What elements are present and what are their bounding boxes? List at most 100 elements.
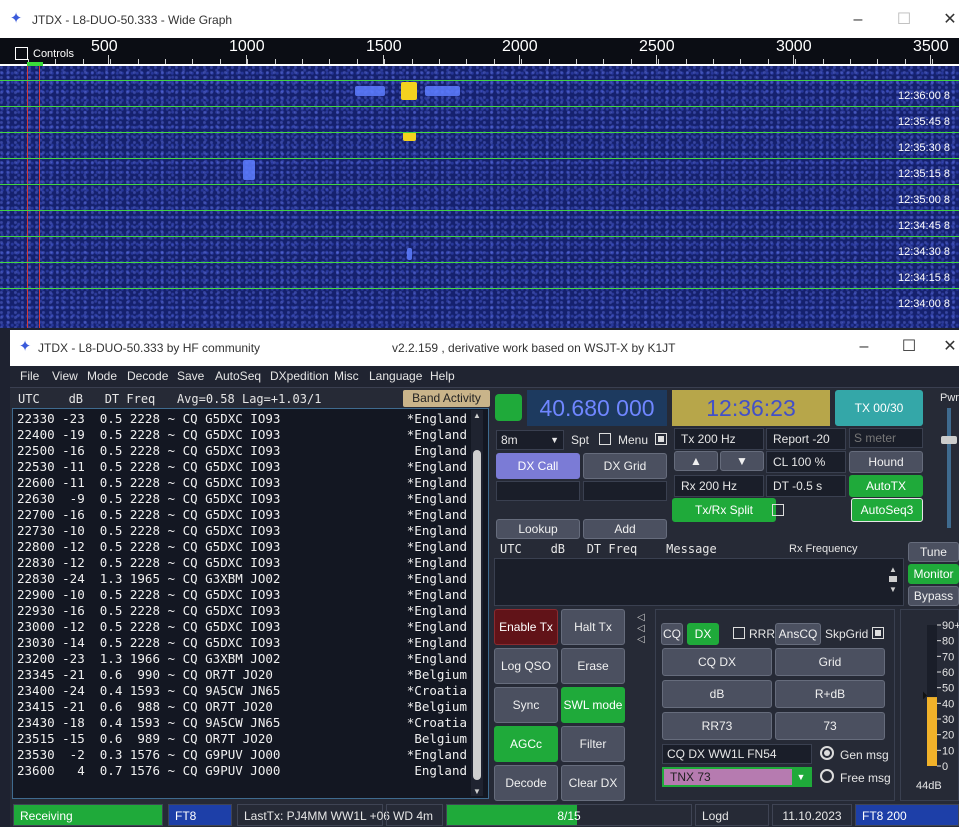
dx-grid-button[interactable]: DX Grid: [583, 453, 667, 479]
free-text-select[interactable]: TNX 73 ▼: [662, 767, 812, 787]
band-activity-row[interactable]: 23000 -12 0.5 2228 ~ CQ G5DXC IO93 *Engla…: [17, 619, 467, 635]
dx-call-input[interactable]: [496, 481, 580, 501]
skpgrid-checkbox[interactable]: [872, 627, 884, 639]
band-activity-row[interactable]: 23600 4 0.7 1576 ~ CQ G9PUV JO00 England: [17, 763, 467, 779]
scroll-down-icon[interactable]: ▼: [889, 586, 897, 594]
db-button[interactable]: dB: [662, 680, 772, 708]
dx-button[interactable]: DX: [687, 623, 719, 645]
band-activity-row[interactable]: 22830 -12 0.5 2228 ~ CQ G5DXC IO93 *Engla…: [17, 555, 467, 571]
band-activity-row[interactable]: 23415 -21 0.6 988 ~ CQ OR7T JO20 *Belgium: [17, 699, 467, 715]
dx-call-button[interactable]: DX Call: [496, 453, 580, 479]
pwr-slider-handle[interactable]: [941, 436, 957, 444]
clear-dx-button[interactable]: Clear DX: [561, 765, 625, 801]
scroll-down-icon[interactable]: ▼: [473, 788, 481, 796]
menu-decode[interactable]: Decode: [127, 369, 168, 383]
close-button[interactable]: ✕: [930, 332, 959, 362]
menu-help[interactable]: Help: [430, 369, 455, 383]
freq-down-button[interactable]: ▼: [720, 451, 764, 471]
band-activity-row[interactable]: 22800 -12 0.5 2228 ~ CQ G5DXC IO93 *Engla…: [17, 539, 467, 555]
tx-counter-button[interactable]: TX 00/30: [835, 390, 923, 426]
menu-mode[interactable]: Mode: [87, 369, 117, 383]
band-activity-row[interactable]: 22330 -23 0.5 2228 ~ CQ G5DXC IO93 *Engla…: [17, 411, 467, 427]
menu-dxpedition[interactable]: DXpedition: [270, 369, 329, 383]
tab-strip-icon[interactable]: ◁ ◁ ◁: [629, 612, 653, 648]
n73-button[interactable]: 73: [775, 712, 885, 740]
band-activity-row[interactable]: 23030 -14 0.5 2228 ~ CQ G5DXC IO93 *Engla…: [17, 635, 467, 651]
menu-checkbox[interactable]: [655, 433, 667, 445]
sync-button[interactable]: Sync: [494, 687, 558, 723]
enable-tx-button[interactable]: Enable Tx: [494, 609, 558, 645]
scrollbar-thumb[interactable]: [473, 450, 481, 780]
band-activity-button[interactable]: Band Activity: [403, 390, 490, 407]
grid-button[interactable]: Grid: [775, 648, 885, 676]
band-activity-row[interactable]: 23345 -21 0.6 990 ~ CQ OR7T JO20 *Belgium: [17, 667, 467, 683]
filter-button[interactable]: Filter: [561, 726, 625, 762]
band-activity-row[interactable]: 22530 -11 0.5 2228 ~ CQ G5DXC IO93 *Engla…: [17, 459, 467, 475]
scrollbar-thumb[interactable]: [889, 576, 897, 582]
report-spinbox[interactable]: Report -20: [766, 428, 846, 450]
r-db-button[interactable]: R+dB: [775, 680, 885, 708]
band-activity-row[interactable]: 22500 -16 0.5 2228 ~ CQ G5DXC IO93 Englan…: [17, 443, 467, 459]
band-activity-row[interactable]: 22930 -16 0.5 2228 ~ CQ G5DXC IO93 *Engla…: [17, 603, 467, 619]
rrr-checkbox[interactable]: [733, 627, 745, 639]
decode-button[interactable]: Decode: [494, 765, 558, 801]
dt-spinbox[interactable]: DT -0.5 s: [766, 475, 846, 497]
band-activity-row[interactable]: 22830 -24 1.3 1965 ~ CQ G3XBM JO02 *Engla…: [17, 571, 467, 587]
cl-spinbox[interactable]: CL 100 %: [766, 451, 846, 473]
wanted-checkbox[interactable]: [772, 504, 784, 516]
band-activity-row[interactable]: 23200 -23 1.3 1966 ~ CQ G3XBM JO02 *Engla…: [17, 651, 467, 667]
menu-view[interactable]: View: [52, 369, 78, 383]
pwr-slider-track[interactable]: [947, 408, 951, 528]
log-qso-button[interactable]: Log QSO: [494, 648, 558, 684]
band-activity-row[interactable]: 23400 -24 0.4 1593 ~ CQ 9A5CW JN65 *Croat…: [17, 683, 467, 699]
band-activity-row[interactable]: 22900 -10 0.5 2228 ~ CQ G5DXC IO93 *Engla…: [17, 587, 467, 603]
lookup-button[interactable]: Lookup: [496, 519, 580, 539]
menu-file[interactable]: File: [20, 369, 39, 383]
dx-grid-input[interactable]: [583, 481, 667, 501]
autoseq3-button[interactable]: AutoSeq3: [851, 498, 923, 522]
minimize-button[interactable]: –: [838, 5, 878, 35]
scroll-up-icon[interactable]: ▲: [473, 412, 481, 420]
autotx-button[interactable]: AutoTX: [849, 475, 923, 497]
freq-up-button[interactable]: ▲: [674, 451, 718, 471]
swl-mode-button[interactable]: SWL mode: [561, 687, 625, 723]
maximize-button[interactable]: ☐: [889, 332, 929, 362]
band-activity-row[interactable]: 23530 -2 0.3 1576 ~ CQ G9PUV JO00 *Englan…: [17, 747, 467, 763]
rx-frequency-list[interactable]: [494, 558, 904, 606]
band-activity-row[interactable]: 22700 -16 0.5 2228 ~ CQ G5DXC IO93 *Engla…: [17, 507, 467, 523]
halt-tx-button[interactable]: Halt Tx: [561, 609, 625, 645]
band-select[interactable]: 8m ▼: [496, 430, 564, 450]
band-activity-row[interactable]: 23430 -18 0.4 1593 ~ CQ 9A5CW JN65 *Croat…: [17, 715, 467, 731]
maximize-button[interactable]: ☐: [884, 5, 924, 35]
add-button[interactable]: Add: [583, 519, 667, 539]
erase-button[interactable]: Erase: [561, 648, 625, 684]
menu-misc[interactable]: Misc: [334, 369, 359, 383]
band-activity-row[interactable]: 22400 -19 0.5 2228 ~ CQ G5DXC IO93 *Engla…: [17, 427, 467, 443]
controls-checkbox[interactable]: [15, 47, 28, 60]
band-activity-list[interactable]: 22330 -23 0.5 2228 ~ CQ G5DXC IO93 *Engla…: [12, 408, 489, 799]
monitor-button[interactable]: Monitor: [908, 564, 959, 584]
scroll-up-icon[interactable]: ▲: [889, 566, 897, 574]
band-activity-row[interactable]: 22730 -10 0.5 2228 ~ CQ G5DXC IO93 *Engla…: [17, 523, 467, 539]
bypass-button[interactable]: Bypass: [908, 586, 959, 606]
menu-save[interactable]: Save: [177, 369, 204, 383]
spt-checkbox[interactable]: [599, 433, 611, 445]
band-activity-row[interactable]: 23515 -15 0.6 989 ~ CQ OR7T JO20 Belgium: [17, 731, 467, 747]
rr73-button[interactable]: RR73: [662, 712, 772, 740]
minimize-button[interactable]: –: [844, 332, 884, 362]
close-button[interactable]: ✕: [930, 5, 959, 35]
menu-language[interactable]: Language: [369, 369, 422, 383]
menu-autoseq[interactable]: AutoSeq: [215, 369, 261, 383]
tx-message-input[interactable]: CQ DX WW1L FN54: [662, 744, 812, 764]
waterfall-display[interactable]: 12:36:00 8 12:35:45 8 12:35:30 8 12:35:15 8…: [0, 66, 959, 328]
tx-rx-split-button[interactable]: Tx/Rx Split: [672, 498, 776, 522]
tx-freq-spinbox[interactable]: Tx 200 Hz: [674, 428, 764, 450]
gen-msg-radio[interactable]: [820, 746, 834, 760]
hound-button[interactable]: Hound: [849, 451, 923, 473]
agcc-button[interactable]: AGCc: [494, 726, 558, 762]
tune-button[interactable]: Tune: [908, 542, 959, 562]
cq-button[interactable]: CQ: [661, 623, 683, 645]
rx-freq-spinbox[interactable]: Rx 200 Hz: [674, 475, 764, 497]
cq-dx-button[interactable]: CQ DX: [662, 648, 772, 676]
free-msg-radio[interactable]: [820, 769, 834, 783]
